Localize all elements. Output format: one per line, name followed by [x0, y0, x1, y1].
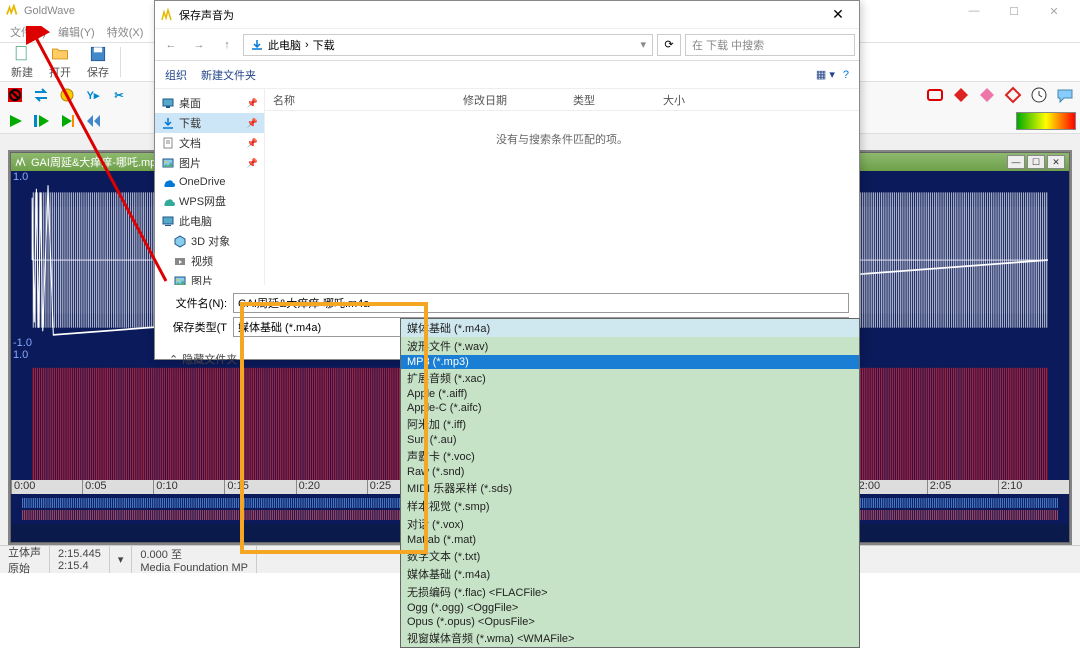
new-folder-button[interactable]: 新建文件夹	[201, 67, 256, 83]
menu-effects[interactable]: 特效(X)	[101, 24, 150, 40]
play-selection-icon[interactable]	[30, 110, 52, 132]
audio-maximize-button[interactable]: ☐	[1027, 155, 1045, 169]
dialog-nav: ← → ↑ 此电脑 › 下载 ▾ ⟳ 在 下载 中搜索	[155, 29, 859, 61]
diamond-red-icon[interactable]	[950, 84, 972, 106]
filetype-option[interactable]: MIDI 乐器采样 (*.sds)	[401, 479, 859, 497]
minimize-button[interactable]: —	[954, 0, 994, 22]
open-button[interactable]: 打开	[42, 44, 78, 80]
save-button[interactable]: 保存	[80, 44, 116, 80]
tree-item-WPS网盘[interactable]: WPS网盘	[155, 191, 264, 211]
filetype-option[interactable]: 扩展音频 (*.xac)	[401, 369, 859, 387]
menu-edit[interactable]: 编辑(Y)	[52, 24, 101, 40]
search-input[interactable]: 在 下载 中搜索	[685, 34, 855, 56]
tree-item-图片[interactable]: 图片📌	[155, 153, 264, 173]
empty-message: 没有与搜索条件匹配的项。	[265, 111, 859, 147]
new-button[interactable]: 新建	[4, 44, 40, 80]
status-length1: 2:15.445	[58, 548, 101, 560]
file-list[interactable]: 名称 修改日期 类型 大小 没有与搜索条件匹配的项。	[265, 89, 859, 285]
col-size[interactable]: 大小	[655, 89, 735, 110]
cut-icon[interactable]: ✂	[108, 84, 130, 106]
app-title: GoldWave	[24, 5, 75, 17]
nav-forward-button[interactable]: →	[187, 33, 211, 57]
filetype-option[interactable]: 媒体基础 (*.m4a)	[401, 319, 859, 337]
dialog-title: 保存声音为	[179, 7, 234, 23]
filetype-option[interactable]: Sun (*.au)	[401, 433, 859, 447]
status-length2: 2:15.4	[58, 560, 101, 572]
filetype-option[interactable]: 无损编码 (*.flac) <FLACFile>	[401, 583, 859, 601]
organize-button[interactable]: 组织	[165, 67, 187, 83]
status-range: 0.000 至	[140, 546, 248, 562]
close-button[interactable]: ✕	[1034, 0, 1074, 22]
help-button[interactable]: ?	[843, 69, 849, 81]
col-name[interactable]: 名称	[265, 89, 455, 110]
filetype-option[interactable]: Apple (*.aiff)	[401, 387, 859, 401]
filetype-option[interactable]: 数字文本 (*.txt)	[401, 547, 859, 565]
filetype-option[interactable]: 阿米加 (*.iff)	[401, 415, 859, 433]
tree-item-此电脑[interactable]: 此电脑	[155, 211, 264, 231]
dialog-titlebar: 保存声音为 ✕	[155, 1, 859, 29]
download-path-icon	[250, 38, 264, 52]
filetype-option[interactable]: 样本视觉 (*.smp)	[401, 497, 859, 515]
chat-icon[interactable]	[924, 84, 946, 106]
path-bar[interactable]: 此电脑 › 下载 ▾	[243, 34, 653, 56]
audio-minimize-button[interactable]: —	[1007, 155, 1025, 169]
nav-up-button[interactable]: ↑	[215, 33, 239, 57]
y-axis-icon[interactable]: Y▸	[82, 84, 104, 106]
refresh-button[interactable]: ⟳	[657, 34, 681, 56]
play-loop-icon[interactable]	[56, 110, 78, 132]
status-orig: 原始	[8, 560, 41, 576]
tree-item-图片[interactable]: 图片	[155, 271, 264, 285]
volume-gradient[interactable]	[1016, 112, 1076, 130]
tree-item-3D 对象[interactable]: 3D 对象	[155, 231, 264, 251]
clock-icon[interactable]	[1028, 84, 1050, 106]
stop-icon[interactable]	[4, 84, 26, 106]
tree-item-桌面[interactable]: 桌面📌	[155, 93, 264, 113]
diamond-pink-icon[interactable]	[976, 84, 998, 106]
status-channels: 立体声	[8, 544, 41, 560]
menu-file[interactable]: 文件(Z)	[4, 24, 52, 40]
filename-input[interactable]	[233, 293, 849, 313]
filename-label: 文件名(N):	[165, 295, 227, 311]
marker-icon[interactable]	[56, 84, 78, 106]
filetype-option[interactable]: 媒体基础 (*.m4a)	[401, 565, 859, 583]
filetype-option[interactable]: MP3 (*.mp3)	[401, 355, 859, 369]
filetype-option[interactable]: Opus (*.opus) <OpusFile>	[401, 615, 859, 629]
save-dialog: 保存声音为 ✕ ← → ↑ 此电脑 › 下载 ▾ ⟳ 在 下载 中搜索 组织 新…	[154, 0, 860, 360]
dialog-body: 桌面📌下载📌文档📌图片📌OneDriveWPS网盘此电脑3D 对象视频图片 名称…	[155, 89, 859, 285]
filetype-option[interactable]: Matlab (*.mat)	[401, 533, 859, 547]
nav-back-button[interactable]: ←	[159, 33, 183, 57]
col-type[interactable]: 类型	[565, 89, 655, 110]
filetype-option[interactable]: 视窗媒体音频 (*.wma) <WMAFile>	[401, 629, 859, 647]
tree-item-文档[interactable]: 文档📌	[155, 133, 264, 153]
audio-filename: GAI周延&大痒痒-哪吒.mp4	[31, 154, 162, 170]
audio-file-icon	[15, 156, 27, 168]
swap-icon[interactable]	[30, 84, 52, 106]
folder-tree[interactable]: 桌面📌下载📌文档📌图片📌OneDriveWPS网盘此电脑3D 对象视频图片	[155, 89, 265, 285]
tree-item-视频[interactable]: 视频	[155, 251, 264, 271]
filetype-dropdown[interactable]: 媒体基础 (*.m4a)波形文件 (*.wav)MP3 (*.mp3)扩展音频 …	[400, 318, 860, 648]
tree-item-下载[interactable]: 下载📌	[155, 113, 264, 133]
tree-item-OneDrive[interactable]: OneDrive	[155, 173, 264, 191]
list-header: 名称 修改日期 类型 大小	[265, 89, 859, 111]
filetype-option[interactable]: Raw (*.snd)	[401, 465, 859, 479]
dialog-toolbar: 组织 新建文件夹 ▦ ▾ ?	[155, 61, 859, 89]
dialog-icon	[161, 8, 175, 22]
play-icon[interactable]	[4, 110, 26, 132]
col-date[interactable]: 修改日期	[455, 89, 565, 110]
filetype-label: 保存类型(T	[165, 319, 227, 335]
view-button[interactable]: ▦ ▾	[816, 68, 835, 81]
rewind-icon[interactable]	[82, 110, 104, 132]
dialog-close-button[interactable]: ✕	[823, 6, 853, 23]
filetype-option[interactable]: 声霸卡 (*.voc)	[401, 447, 859, 465]
speech-icon[interactable]	[1054, 84, 1076, 106]
filetype-option[interactable]: Apple-C (*.aifc)	[401, 401, 859, 415]
maximize-button[interactable]: ☐	[994, 0, 1034, 22]
diamond-outline-icon[interactable]	[1002, 84, 1024, 106]
app-logo-icon	[6, 4, 20, 18]
filetype-option[interactable]: Ogg (*.ogg) <OggFile>	[401, 601, 859, 615]
audio-close-button[interactable]: ✕	[1047, 155, 1065, 169]
filetype-option[interactable]: 波形文件 (*.wav)	[401, 337, 859, 355]
filetype-option[interactable]: 对话 (*.vox)	[401, 515, 859, 533]
status-codec: Media Foundation MP	[140, 562, 248, 574]
